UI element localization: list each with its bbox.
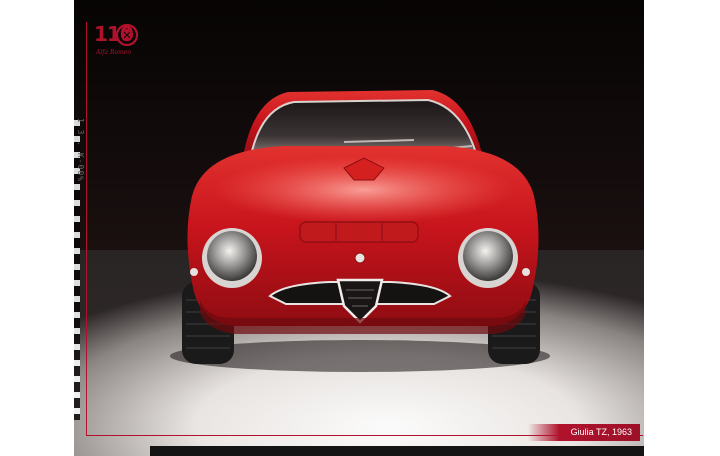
photo-caption: Giulia TZ, 1963 [528,424,640,441]
alfa-romeo-badge-icon [116,24,138,46]
bottom-strip [150,446,644,456]
logo-brand-script: Alfa Romeo [96,49,131,56]
film-edge-code: 1 3 . K-00% [76,118,85,182]
alfa-romeo-110-logo: 110 Alfa Romeo [94,22,142,62]
photo-frame [74,0,644,456]
car-photo [74,0,644,456]
